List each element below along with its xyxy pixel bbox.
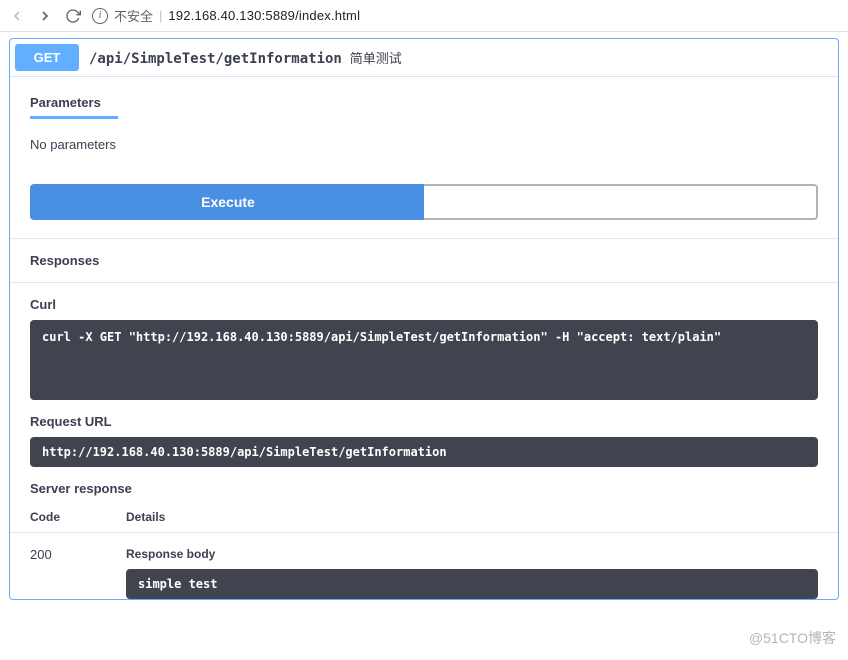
server-response-label: Server response: [10, 467, 838, 506]
operation-body: Parameters No parameters Execute Respons…: [10, 76, 838, 599]
method-badge: GET: [15, 44, 79, 71]
response-body-label: Response body: [126, 547, 818, 561]
watermark: @51CTO博客: [749, 628, 836, 648]
request-url-value[interactable]: http://192.168.40.130:5889/api/SimpleTes…: [30, 437, 818, 467]
operation-description: 简单测试: [350, 51, 402, 66]
curl-command[interactable]: curl -X GET "http://192.168.40.130:5889/…: [30, 320, 818, 400]
response-table-header: Code Details: [10, 506, 838, 533]
clear-button[interactable]: [424, 184, 818, 220]
separator: |: [159, 8, 162, 23]
execute-button[interactable]: Execute: [30, 184, 424, 220]
response-code: 200: [30, 547, 126, 599]
operation-block: GET /api/SimpleTest/getInformation 简单测试 …: [9, 38, 839, 600]
response-body[interactable]: simple test: [126, 569, 818, 599]
reload-icon[interactable]: [64, 7, 82, 25]
response-details: Response body simple test: [126, 547, 818, 599]
execute-row: Execute: [10, 166, 838, 238]
curl-label: Curl: [30, 297, 818, 312]
request-url-section: Request URL http://192.168.40.130:5889/a…: [10, 400, 838, 467]
tabs: Parameters: [10, 77, 838, 119]
responses-header: Responses: [10, 238, 838, 283]
forward-icon[interactable]: [36, 7, 54, 25]
url-text: 192.168.40.130:5889/index.html: [168, 8, 360, 23]
no-parameters-text: No parameters: [10, 119, 838, 166]
browser-toolbar: i 不安全 | 192.168.40.130:5889/index.html: [0, 0, 848, 32]
swagger-ui: GET /api/SimpleTest/getInformation 简单测试 …: [0, 38, 848, 600]
operation-path: /api/SimpleTest/getInformation: [89, 51, 342, 67]
insecure-label: 不安全: [114, 6, 153, 25]
address-bar[interactable]: i 不安全 | 192.168.40.130:5889/index.html: [92, 6, 840, 25]
operation-path-wrap: /api/SimpleTest/getInformation 简单测试: [89, 48, 402, 67]
info-icon: i: [92, 8, 108, 24]
tab-parameters[interactable]: Parameters: [30, 87, 118, 119]
curl-section: Curl curl -X GET "http://192.168.40.130:…: [10, 283, 838, 400]
operation-summary[interactable]: GET /api/SimpleTest/getInformation 简单测试: [10, 39, 838, 76]
request-url-label: Request URL: [30, 414, 818, 429]
back-icon[interactable]: [8, 7, 26, 25]
response-row: 200 Response body simple test: [10, 533, 838, 599]
col-details-header: Details: [126, 510, 818, 524]
col-code-header: Code: [30, 510, 126, 524]
